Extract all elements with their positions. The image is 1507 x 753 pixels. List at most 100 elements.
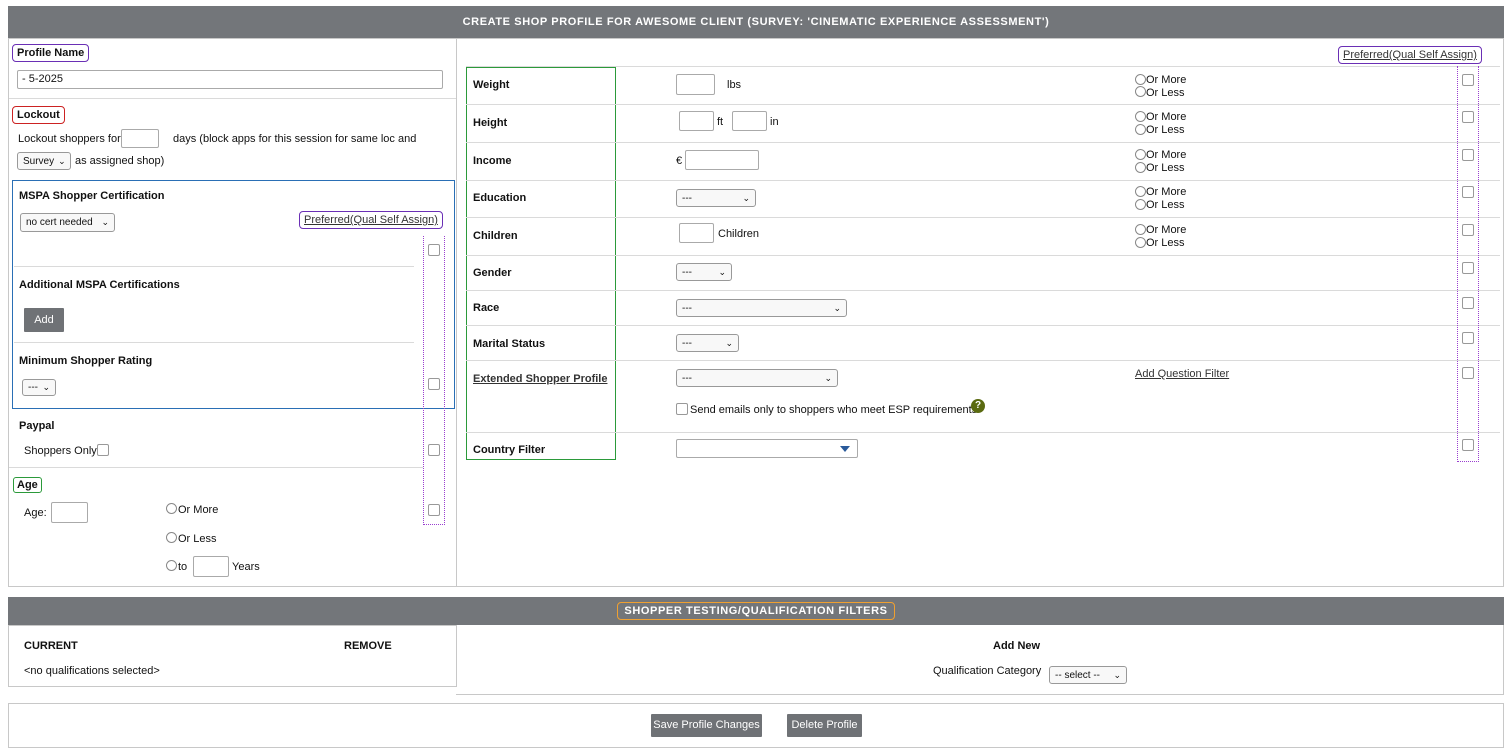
- preferred-checkbox-paypal[interactable]: [428, 444, 440, 456]
- qual-header: SHOPPER TESTING/QUALIFICATION FILTERS: [8, 597, 1504, 625]
- race-label: Race: [473, 302, 500, 314]
- age-to-input[interactable]: [193, 556, 229, 577]
- qual-title: SHOPPER TESTING/QUALIFICATION FILTERS: [617, 602, 895, 620]
- weight-or-more-label: Or More: [1146, 74, 1187, 86]
- extended-shopper-profile-link[interactable]: Extended Shopper Profile: [473, 373, 607, 385]
- chevron-down-icon: ⌄: [42, 382, 50, 392]
- weight-input[interactable]: [676, 74, 715, 95]
- preferred-qual-link-left[interactable]: Preferred(Qual Self Assign): [299, 211, 443, 229]
- paypal-label: Paypal: [19, 420, 55, 432]
- weight-label: Weight: [473, 79, 510, 91]
- delete-profile-button[interactable]: Delete Profile: [787, 714, 862, 737]
- children-input[interactable]: [679, 223, 714, 243]
- income-or-less-label: Or Less: [1146, 162, 1185, 174]
- age-input[interactable]: [51, 502, 88, 523]
- height-in-unit: in: [770, 116, 779, 128]
- add-question-filter-link[interactable]: Add Question Filter: [1135, 368, 1229, 380]
- age-field-label: Age:: [24, 507, 47, 519]
- preferred-checkbox-education[interactable]: [1462, 186, 1474, 198]
- save-profile-button[interactable]: Save Profile Changes: [651, 714, 762, 737]
- preferred-checkbox-mspa[interactable]: [428, 244, 440, 256]
- qual-add-new-label: Add New: [993, 640, 1041, 652]
- education-label: Education: [473, 192, 527, 204]
- marital-status-select[interactable]: --- ⌄: [676, 334, 739, 352]
- income-input[interactable]: [685, 150, 759, 170]
- preferred-checkbox-height[interactable]: [1462, 111, 1474, 123]
- chevron-down-icon: ⌄: [1113, 669, 1121, 680]
- chevron-down-icon: ⌄: [833, 302, 841, 313]
- height-ft-unit: ft: [717, 116, 724, 128]
- children-or-less-radio[interactable]: [1135, 237, 1146, 248]
- help-icon[interactable]: ?: [971, 399, 985, 413]
- preferred-checkbox-marital[interactable]: [1462, 332, 1474, 344]
- qual-current-panel: [8, 625, 457, 687]
- chevron-down-icon: ⌄: [824, 372, 832, 383]
- lockout-days-input[interactable]: [121, 129, 159, 148]
- profile-name-input[interactable]: - 5-2025: [17, 70, 443, 89]
- country-filter-label: Country Filter: [473, 444, 546, 456]
- chevron-down-icon: ⌄: [101, 217, 109, 227]
- caret-down-icon: [840, 446, 850, 452]
- education-select[interactable]: --- ⌄: [676, 189, 756, 207]
- age-or-more-radio[interactable]: [166, 503, 177, 514]
- paypal-shoppers-only-text: Shoppers Only: [24, 445, 97, 457]
- children-or-more-radio[interactable]: [1135, 224, 1146, 235]
- paypal-only-checkbox[interactable]: [97, 444, 109, 456]
- preferred-checkbox-income[interactable]: [1462, 149, 1474, 161]
- height-ft-input[interactable]: [679, 111, 714, 131]
- preferred-qual-link-right[interactable]: Preferred(Qual Self Assign): [1338, 46, 1482, 64]
- race-select[interactable]: --- ⌄: [676, 299, 847, 317]
- preferred-checkbox-age[interactable]: [428, 504, 440, 516]
- gender-select[interactable]: --- ⌄: [676, 263, 732, 281]
- lockout-text-2: days (block apps for this session for sa…: [173, 133, 417, 145]
- page-header: CREATE SHOP PROFILE FOR AWESOME CLIENT (…: [8, 6, 1504, 38]
- age-years-label: Years: [232, 561, 260, 573]
- qual-category-label: Qualification Category: [933, 665, 1042, 677]
- weight-or-more-radio[interactable]: [1135, 74, 1146, 85]
- lockout-shop-select[interactable]: Survey ⌄: [17, 152, 71, 170]
- income-or-more-radio[interactable]: [1135, 149, 1146, 160]
- preferred-checkbox-rating[interactable]: [428, 378, 440, 390]
- min-rating-select[interactable]: --- ⌄: [22, 379, 56, 396]
- age-or-less-radio[interactable]: [166, 532, 177, 543]
- qual-category-select[interactable]: -- select -- ⌄: [1049, 666, 1127, 684]
- esp-only-checkbox[interactable]: [676, 403, 688, 415]
- preferred-checkbox-children[interactable]: [1462, 224, 1474, 236]
- qual-none-text: <no qualifications selected>: [24, 665, 160, 677]
- qual-add-panel: [456, 625, 1504, 695]
- height-or-more-label: Or More: [1146, 111, 1187, 123]
- chevron-down-icon: ⌄: [58, 155, 66, 166]
- height-label: Height: [473, 117, 508, 129]
- add-cert-button[interactable]: Add: [24, 308, 64, 332]
- mspa-cert-select[interactable]: no cert needed ⌄: [20, 213, 115, 232]
- euro-icon: €: [676, 155, 683, 167]
- profile-name-label: Profile Name: [12, 44, 90, 62]
- age-to-radio[interactable]: [166, 560, 177, 571]
- lockout-text: Lockout shoppers for: [18, 133, 121, 145]
- country-filter-select[interactable]: [676, 439, 858, 458]
- preferred-checkbox-race[interactable]: [1462, 297, 1474, 309]
- additional-certs-label: Additional MSPA Certifications: [19, 279, 180, 291]
- weight-unit: lbs: [727, 79, 742, 91]
- education-or-more-radio[interactable]: [1135, 186, 1146, 197]
- height-in-input[interactable]: [732, 111, 767, 131]
- height-or-less-radio[interactable]: [1135, 124, 1146, 135]
- age-to-label: to: [178, 561, 188, 573]
- education-or-less-radio[interactable]: [1135, 199, 1146, 210]
- income-or-less-radio[interactable]: [1135, 162, 1146, 173]
- esp-only-text: Send emails only to shoppers who meet ES…: [690, 404, 978, 416]
- children-or-more-label: Or More: [1146, 224, 1187, 236]
- esp-select[interactable]: --- ⌄: [676, 369, 838, 387]
- preferred-checkbox-country[interactable]: [1462, 439, 1474, 451]
- preferred-checkbox-esp[interactable]: [1462, 367, 1474, 379]
- chevron-down-icon: ⌄: [718, 266, 726, 277]
- weight-or-less-label: Or Less: [1146, 87, 1185, 99]
- income-or-more-label: Or More: [1146, 149, 1187, 161]
- weight-or-less-radio[interactable]: [1135, 86, 1146, 97]
- preferred-checkbox-gender[interactable]: [1462, 262, 1474, 274]
- preferred-checkbox-weight[interactable]: [1462, 74, 1474, 86]
- education-or-more-label: Or More: [1146, 186, 1187, 198]
- age-or-less-label: Or Less: [178, 533, 217, 545]
- children-label: Children: [473, 230, 518, 242]
- height-or-more-radio[interactable]: [1135, 111, 1146, 122]
